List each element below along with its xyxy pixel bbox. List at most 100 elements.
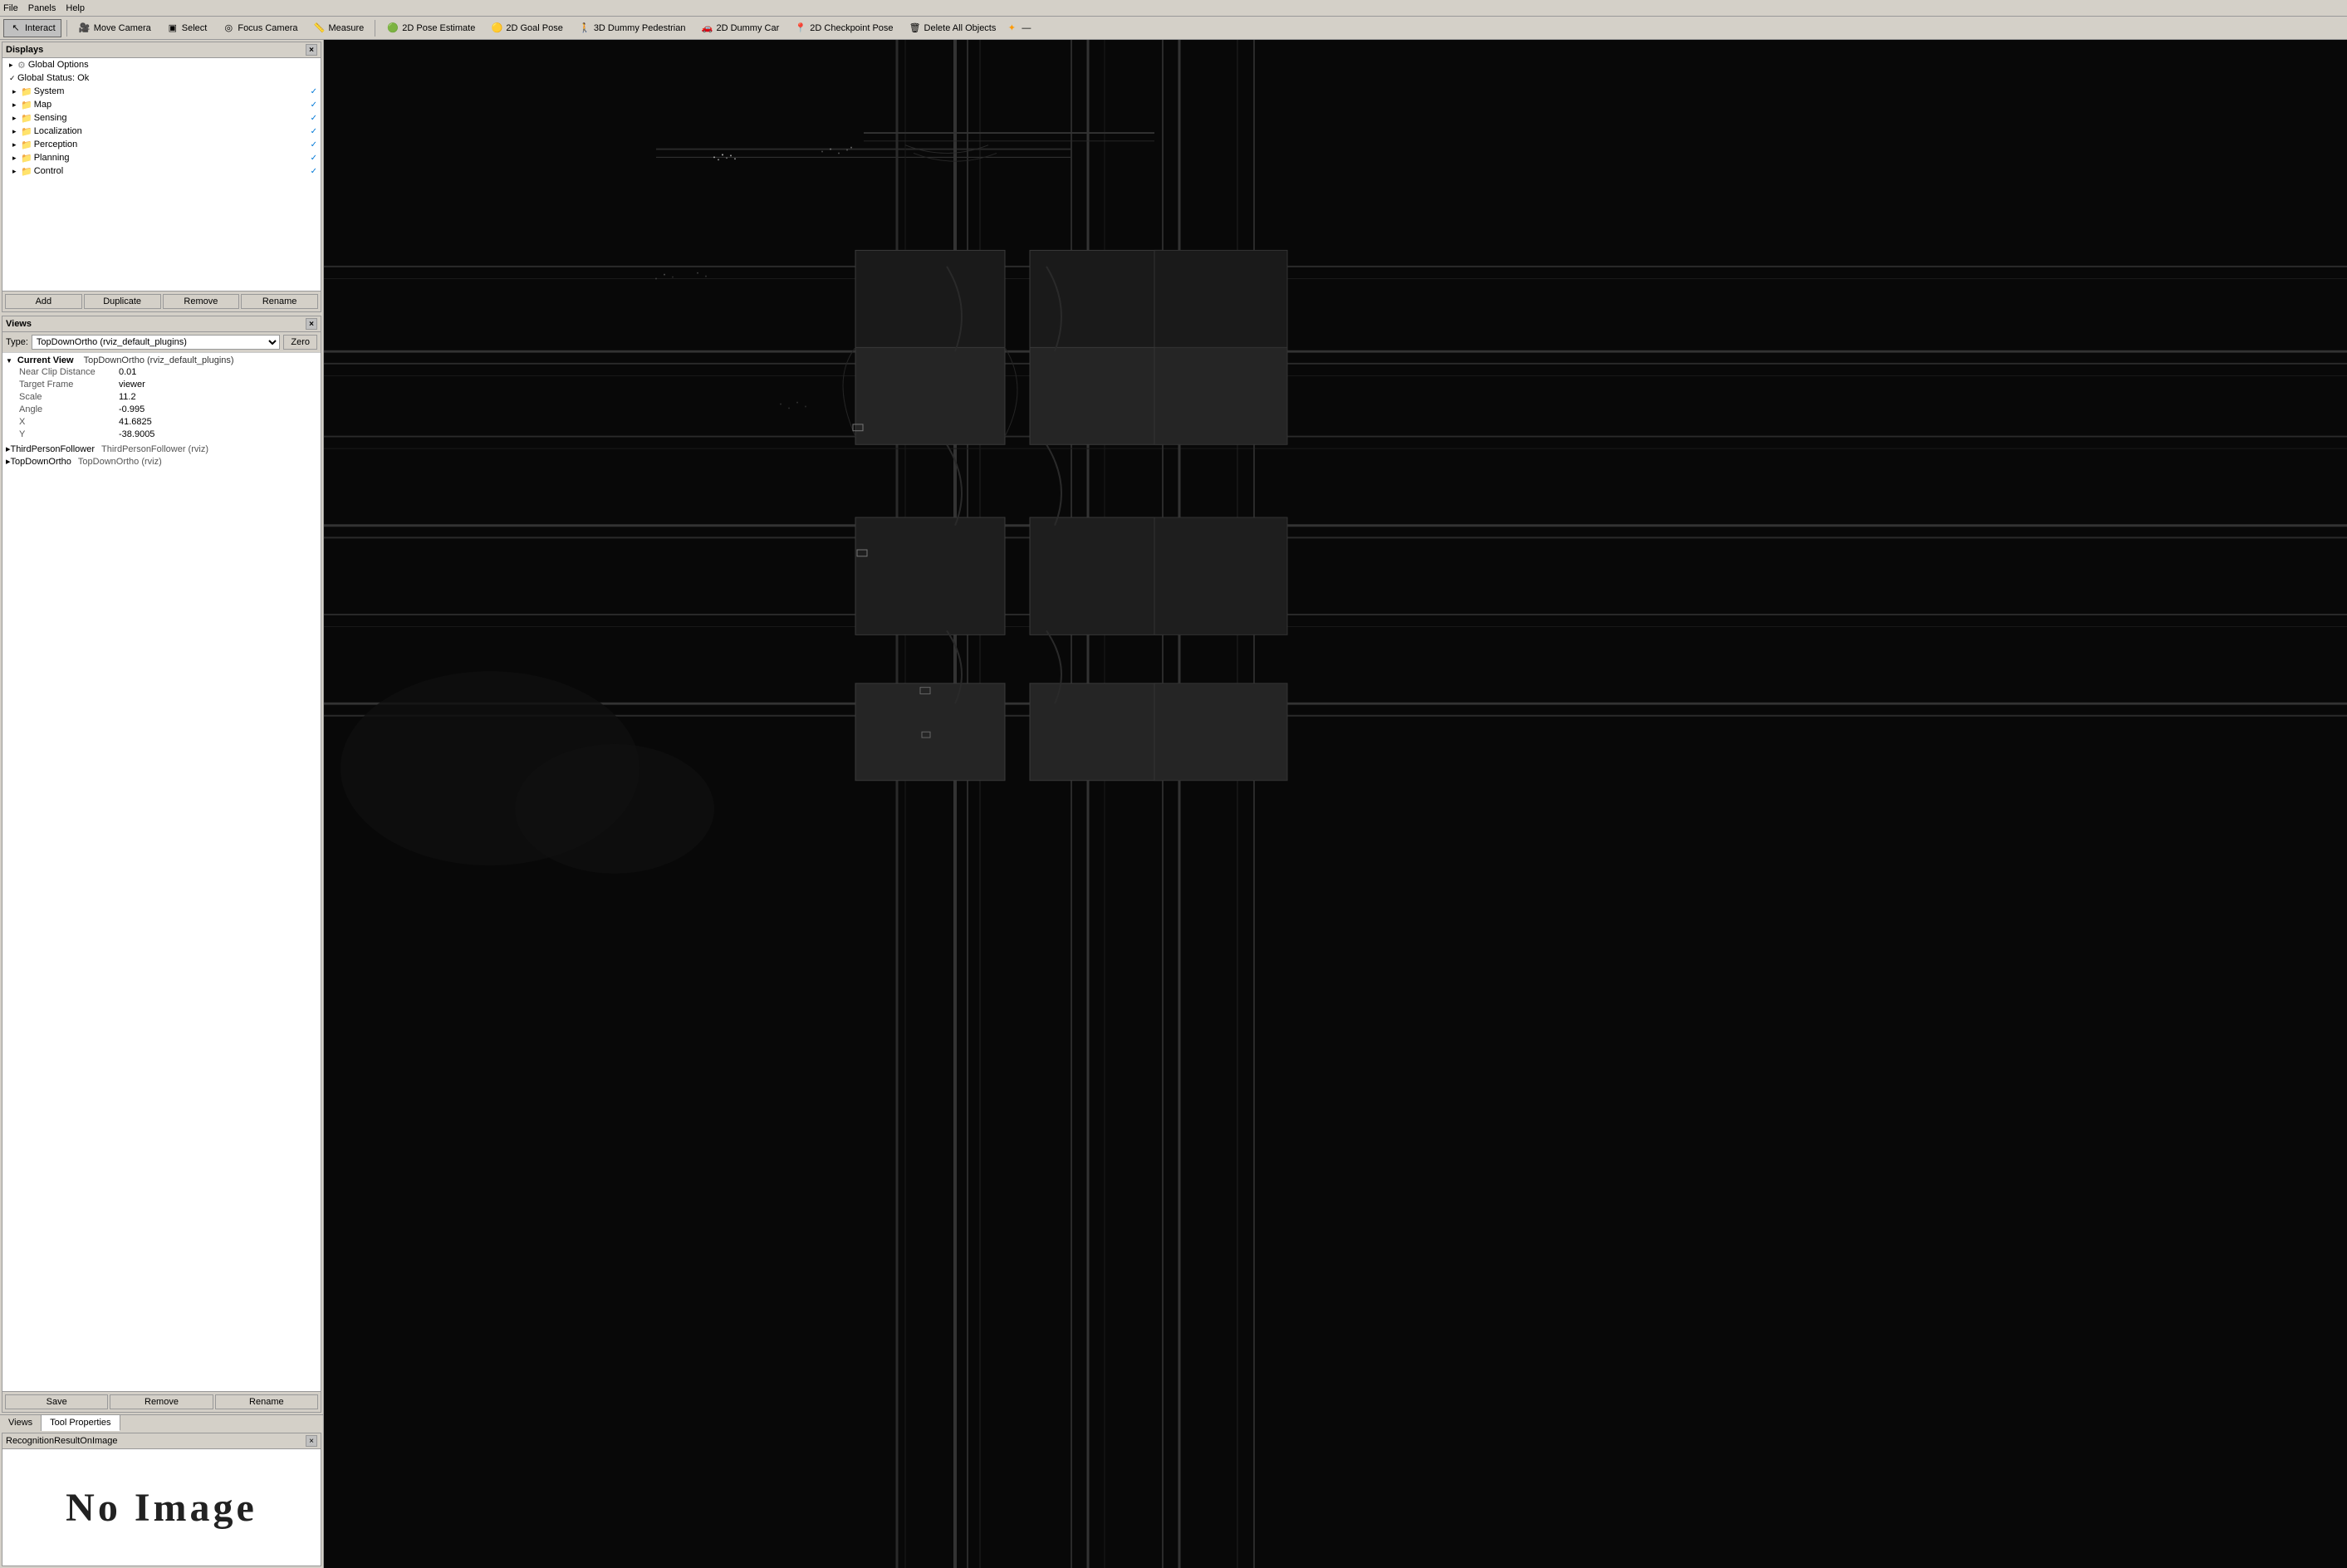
tree-item-system[interactable]: ▸ 📁 System ✓: [2, 85, 321, 98]
views-buttons: Save Remove Rename: [2, 1391, 321, 1412]
checkpoint-pose-icon: 📍: [794, 22, 807, 35]
focus-camera-button[interactable]: ◎ Focus Camera: [216, 19, 303, 37]
tree-item-global-options[interactable]: ▸ ⚙ Global Options: [2, 58, 321, 71]
folder-icon-localization: 📁: [21, 126, 32, 137]
pose-estimate-label: 2D Pose Estimate: [402, 23, 475, 33]
menu-help[interactable]: Help: [66, 3, 85, 13]
expand-icon-system: ▸: [12, 87, 21, 96]
no-image-text: No Image: [66, 1485, 257, 1531]
views-rename-button[interactable]: Rename: [215, 1394, 318, 1409]
dummy-pedestrian-button[interactable]: 🚶 3D Dummy Pedestrian: [572, 19, 692, 37]
item-label: Sensing: [34, 113, 67, 123]
prop-value-scale: 11.2: [119, 392, 317, 403]
expand-icon-status: ✓: [9, 74, 17, 83]
left-panel: Displays × ▸ ⚙ Global Options ✓ Global S…: [0, 40, 324, 1568]
views-current-view-header[interactable]: ▼ Current View TopDownOrtho (rviz_defaul…: [6, 355, 317, 366]
expand-icon-perception: ▸: [12, 140, 21, 149]
views-content: ▼ Current View TopDownOrtho (rviz_defaul…: [2, 353, 321, 1391]
item-label: Global Options: [28, 60, 89, 70]
measure-button[interactable]: 📏 Measure: [306, 19, 370, 37]
pose-estimate-button[interactable]: 🟢 2D Pose Estimate: [380, 19, 481, 37]
views-close-button[interactable]: ×: [306, 318, 317, 330]
prop-name-target-frame: Target Frame: [19, 380, 119, 390]
item-label: Map: [34, 100, 51, 110]
displays-close-button[interactable]: ×: [306, 44, 317, 56]
prop-value-near-clip: 0.01: [119, 367, 317, 378]
views-prop-y: Y -38.9005: [6, 429, 317, 441]
tree-item-map[interactable]: ▸ 📁 Map ✓: [2, 98, 321, 111]
displays-title: Displays: [6, 45, 43, 55]
road-visualization: [324, 40, 2347, 1568]
item-label: Planning: [34, 153, 70, 163]
views-save-button[interactable]: Save: [5, 1394, 108, 1409]
saved-view-plugin-third: ThirdPersonFollower (rviz): [101, 444, 208, 454]
checkpoint-pose-button[interactable]: 📍 2D Checkpoint Pose: [788, 19, 899, 37]
tree-item-perception[interactable]: ▸ 📁 Perception ✓: [2, 138, 321, 151]
prop-value-x: 41.6825: [119, 417, 317, 428]
displays-tree[interactable]: ▸ ⚙ Global Options ✓ Global Status: Ok ▸…: [2, 58, 321, 291]
prop-value-angle: -0.995: [119, 404, 317, 415]
interact-button[interactable]: ↖ Interact: [3, 19, 61, 37]
views-type-select[interactable]: TopDownOrtho (rviz_default_plugins): [32, 335, 280, 350]
move-camera-button[interactable]: 🎥 Move Camera: [72, 19, 157, 37]
tree-item-localization[interactable]: ▸ 📁 Localization ✓: [2, 125, 321, 138]
views-list-item-topdown[interactable]: ▸ TopDownOrtho TopDownOrtho (rviz): [2, 455, 321, 468]
dummy-pedestrian-icon: 🚶: [578, 22, 591, 35]
folder-icon-map: 📁: [21, 100, 32, 110]
views-remove-button[interactable]: Remove: [110, 1394, 213, 1409]
checkmark-planning: ✓: [311, 154, 317, 163]
tree-item-sensing[interactable]: ▸ 📁 Sensing ✓: [2, 111, 321, 125]
expand-icon-control: ▸: [12, 167, 21, 176]
checkmark-localization: ✓: [311, 127, 317, 136]
displays-panel-header: Displays ×: [2, 42, 321, 58]
image-panel-close[interactable]: ×: [306, 1435, 317, 1447]
saved-view-plugin-topdown: TopDownOrtho (rviz): [78, 457, 162, 467]
item-label: Control: [34, 166, 63, 176]
checkpoint-pose-label: 2D Checkpoint Pose: [810, 23, 893, 33]
interact-label: Interact: [25, 23, 56, 33]
dummy-pedestrian-label: 3D Dummy Pedestrian: [594, 23, 686, 33]
goal-pose-button[interactable]: 🟡 2D Goal Pose: [484, 19, 568, 37]
select-icon: ▣: [166, 22, 179, 35]
image-panel-title: RecognitionResultOnImage: [6, 1436, 118, 1446]
prop-value-y: -38.9005: [119, 429, 317, 440]
folder-icon-system: 📁: [21, 86, 32, 97]
toolbar: ↖ Interact 🎥 Move Camera ▣ Select ◎ Focu…: [0, 17, 2347, 40]
toolbar-dash: —: [1022, 23, 1031, 33]
add-button[interactable]: Add: [5, 294, 82, 309]
tab-tool-properties[interactable]: Tool Properties: [42, 1415, 120, 1431]
tree-item-planning[interactable]: ▸ 📁 Planning ✓: [2, 151, 321, 164]
views-list-item-third-person[interactable]: ▸ ThirdPersonFollower ThirdPersonFollowe…: [2, 443, 321, 455]
tree-item-control[interactable]: ▸ 📁 Control ✓: [2, 164, 321, 178]
tab-views[interactable]: Views: [0, 1415, 42, 1431]
folder-icon-planning: 📁: [21, 153, 32, 164]
remove-button[interactable]: Remove: [163, 294, 240, 309]
delete-all-icon: 🗑: [909, 22, 922, 35]
measure-label: Measure: [328, 23, 364, 33]
duplicate-button[interactable]: Duplicate: [84, 294, 161, 309]
displays-buttons: Add Duplicate Remove Rename: [2, 291, 321, 311]
collapse-arrow: ▼: [6, 357, 12, 365]
rename-button[interactable]: Rename: [241, 294, 318, 309]
checkmark-system: ✓: [311, 87, 317, 96]
item-label: Perception: [34, 140, 78, 149]
focus-camera-icon: ◎: [222, 22, 235, 35]
menu-panels[interactable]: Panels: [28, 3, 56, 13]
tree-item-global-status[interactable]: ✓ Global Status: Ok: [2, 71, 321, 85]
views-prop-scale: Scale 11.2: [6, 391, 317, 404]
menu-file[interactable]: File: [3, 3, 18, 13]
select-label: Select: [182, 23, 208, 33]
dummy-car-label: 2D Dummy Car: [716, 23, 779, 33]
dummy-car-button[interactable]: 🚗 2D Dummy Car: [694, 19, 785, 37]
select-button[interactable]: ▣ Select: [160, 19, 213, 37]
delete-all-button[interactable]: 🗑 Delete All Objects: [903, 19, 1002, 37]
checkmark-map: ✓: [311, 100, 317, 110]
expand-icon-sensing: ▸: [12, 114, 21, 123]
viewport[interactable]: [324, 40, 2347, 1568]
current-view-plugin: TopDownOrtho (rviz_default_plugins): [84, 355, 234, 365]
dummy-car-icon: 🚗: [700, 22, 713, 35]
checkmark-control: ✓: [311, 167, 317, 176]
views-prop-near-clip: Near Clip Distance 0.01: [6, 366, 317, 379]
prop-name-x: X: [19, 417, 119, 428]
views-zero-button[interactable]: Zero: [283, 335, 317, 350]
